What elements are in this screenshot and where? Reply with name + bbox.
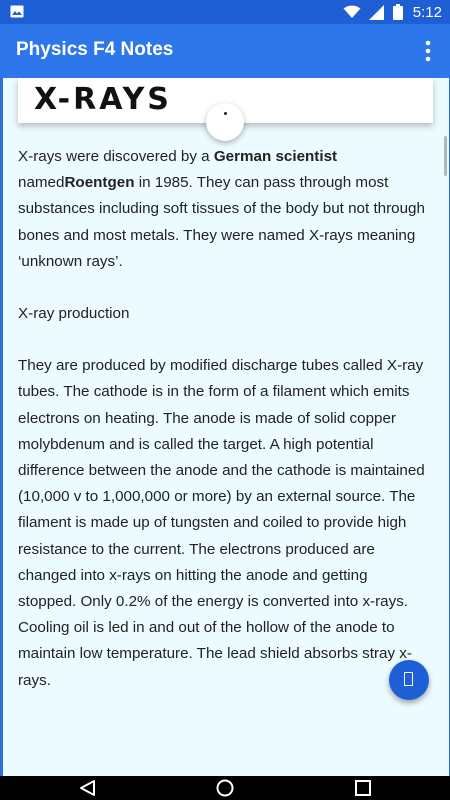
intro-bold-roentgen: Roentgen	[64, 174, 135, 192]
recents-icon[interactable]	[353, 779, 373, 797]
signal-icon	[368, 4, 384, 20]
more-vert-icon[interactable]	[416, 38, 440, 64]
article-heading: X-RAYS	[34, 82, 172, 117]
home-icon[interactable]	[215, 779, 235, 797]
app-title: Physics F4 Notes	[16, 39, 174, 60]
fab-icon	[404, 672, 413, 686]
app-bar: Physics F4 Notes	[0, 24, 450, 78]
battery-icon	[392, 4, 403, 20]
intro-text-1: X-rays were discovered by a	[18, 148, 214, 165]
content-panel[interactable]: X-RAYS X-rays were discovered by a Germa…	[2, 78, 450, 776]
navigation-bar	[0, 776, 450, 800]
intro-text-2: named	[18, 174, 65, 192]
paragraph-production: They are produced by modified discharge …	[18, 357, 425, 689]
status-time: 5:12	[412, 3, 442, 21]
scrollbar[interactable]	[444, 136, 447, 176]
back-icon[interactable]	[78, 779, 98, 797]
wifi-icon	[343, 5, 361, 18]
status-icons: 5:12	[343, 0, 442, 24]
loading-dot	[224, 112, 227, 115]
image-notification-icon	[10, 5, 24, 18]
floating-action-button[interactable]	[389, 660, 429, 700]
paragraph-intro: X-rays were discovered by a German scien…	[18, 144, 430, 275]
status-bar: 5:12	[0, 0, 450, 24]
screen: 5:12 Physics F4 Notes X-RAYS X-rays were…	[0, 0, 450, 800]
article-body: X-rays were discovered by a German scien…	[18, 144, 430, 720]
subheading: X-ray production	[18, 305, 130, 323]
loading-indicator	[206, 103, 244, 141]
intro-bold-german-scientist: German scientist	[213, 148, 338, 165]
